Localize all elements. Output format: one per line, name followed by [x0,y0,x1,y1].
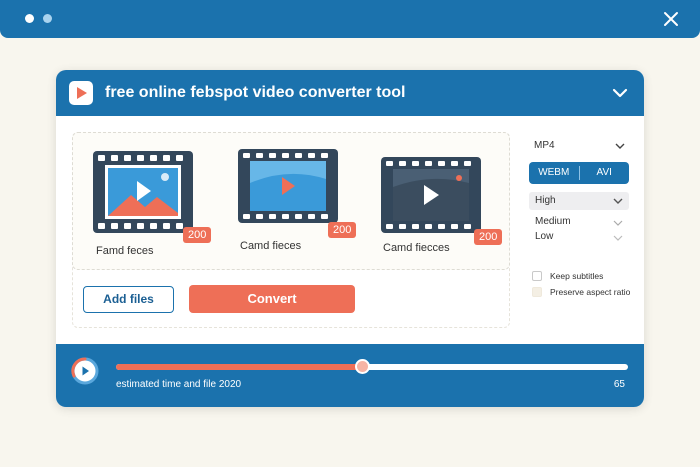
chevron-down-icon [613,235,623,241]
format-selected-value: MP4 [534,140,555,151]
file-name: Camd fiecces [383,242,450,254]
keep-subtitles-label: Keep subtitles [550,271,604,281]
app-logo [69,81,93,105]
progress-handle[interactable] [354,359,370,374]
file-badge: 200 [474,229,503,245]
progress-fill [116,364,362,370]
window-dot-icon [43,14,52,23]
chevron-down-icon [613,198,623,204]
file-name: Camd fieces [240,240,302,252]
keep-subtitles-checkbox[interactable] [532,271,542,281]
progress-track [116,359,628,374]
preserve-aspect-checkbox[interactable] [532,287,542,297]
close-icon[interactable] [660,8,682,30]
quality-option-medium[interactable]: Medium [529,215,629,229]
chevron-down-icon [613,220,623,226]
quality-option-low[interactable]: Low [529,230,629,244]
convert-button[interactable]: Convert [189,285,355,313]
chevron-down-icon[interactable] [610,84,630,102]
play-icon [77,87,87,99]
chevron-down-icon [615,143,625,149]
file-card[interactable]: 200 Famd feces [93,151,213,261]
quality-option-label: Low [535,231,554,242]
quality-selected-value: High [535,195,556,206]
loading-spinner-icon [71,357,99,385]
file-card[interactable]: 200 Camd fieces [238,149,358,261]
format-select[interactable]: MP4 [529,136,629,154]
app-title: free online febspot video converter tool [105,84,406,101]
file-drop-zone[interactable]: 200 Famd feces 200 Camd fieces 200 Camd … [72,132,510,270]
converter-window: free online febspot video converter tool… [56,70,644,407]
landscape-video-thumbnail-icon [93,151,193,233]
progress-status: estimated time and file 2020 [116,379,242,390]
quality-select[interactable]: High [529,192,629,210]
quality-option-label: Medium [535,216,571,227]
file-badge: 200 [183,227,212,243]
play-video-thumbnail-icon [238,149,338,223]
format-toggle-group: WEBM AVI [529,162,629,184]
file-name: Famd feces [96,245,154,257]
file-card[interactable]: 200 Camd fiecces [381,151,503,261]
progress-panel: estimated time and file 2020 65 [56,344,644,407]
window-dot-icon [25,14,34,23]
add-files-button[interactable]: Add files [83,286,174,313]
format-option-avi[interactable]: AVI [580,162,630,184]
window-header: free online febspot video converter tool [56,70,644,116]
format-option-webm[interactable]: WEBM [529,162,579,184]
file-badge: 200 [328,222,357,238]
browser-top-bar [0,0,700,38]
preserve-aspect-label: Preserve aspect ratio [550,287,631,297]
dark-video-thumbnail-icon [381,157,481,233]
progress-value: 65 [613,379,625,390]
